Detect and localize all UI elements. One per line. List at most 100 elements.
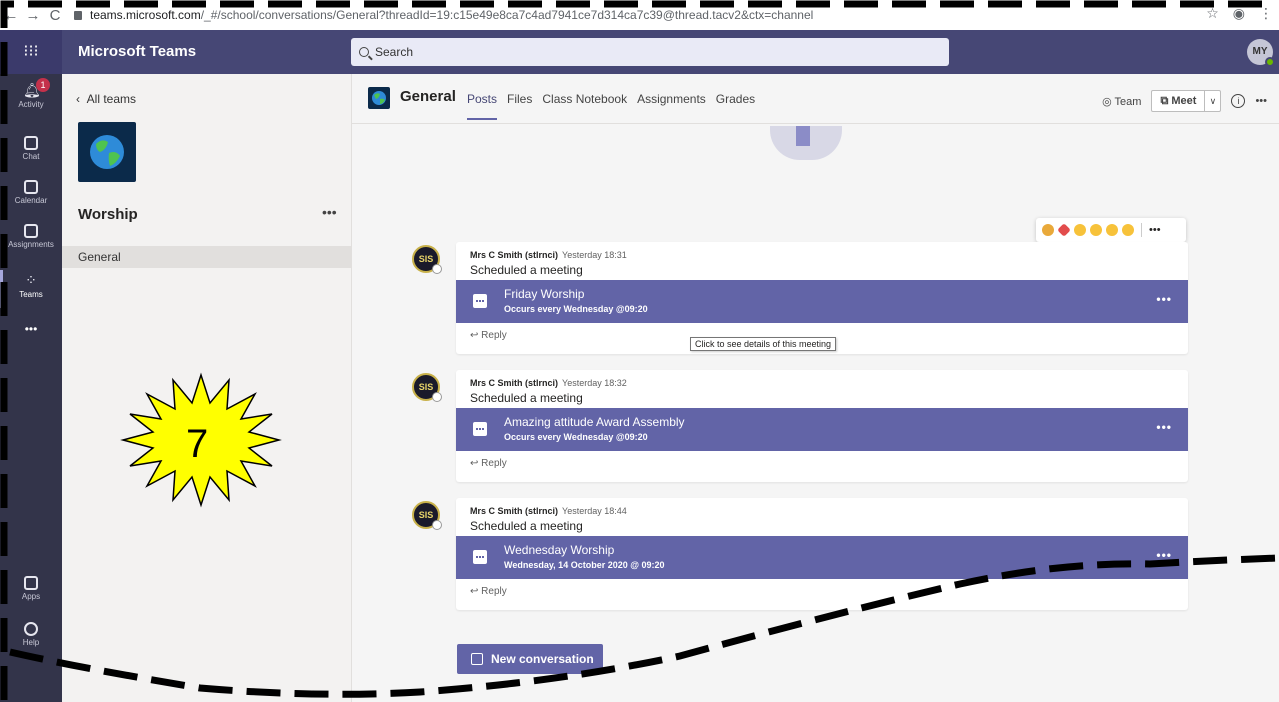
meeting-title: Friday Worship (504, 287, 585, 301)
meet-button[interactable]: ⧉ Meet ∨ (1151, 90, 1222, 112)
team-label: Team (1114, 95, 1142, 108)
tab-assignments[interactable]: Assignments (637, 92, 706, 120)
bookmark-star-icon[interactable]: ☆ (1206, 5, 1219, 22)
avatar[interactable]: MY (1247, 39, 1275, 67)
app-launcher-icon[interactable]: ⁝⁝⁝ (0, 30, 62, 74)
heart-icon[interactable] (1057, 223, 1071, 237)
chevron-down-icon[interactable]: ∨ (1204, 91, 1220, 111)
rail-label: Assignments (8, 240, 54, 249)
reply-button[interactable]: ↩ Reply (470, 458, 507, 469)
message-author: Mrs C Smith (stlrnci) Yesterday 18:31 (470, 250, 627, 260)
rail-item-calendar[interactable]: Calendar (0, 174, 62, 220)
meeting-date: Wednesday, 14 October 2020 @ 09:20 (504, 560, 665, 570)
more-options-icon[interactable]: ••• (1255, 95, 1267, 107)
video-icon: ⧉ (1160, 95, 1172, 107)
laugh-icon[interactable] (1074, 224, 1086, 236)
channel-globe-icon (368, 87, 390, 109)
rail-item-assignments[interactable]: Assignments (0, 218, 62, 264)
team-button[interactable]: ◎ Team (1102, 95, 1141, 108)
message-card: SIS Mrs C Smith (stlrnci) Yesterday 18:32… (412, 370, 1188, 482)
forward-icon[interactable]: → (22, 7, 44, 24)
new-conversation-label: New conversation (491, 652, 594, 666)
globe-icon (90, 135, 124, 169)
team-panel: ‹ All teams Worship ••• General (62, 74, 352, 702)
channel-actions: ◎ Team ⧉ Meet ∨ i ••• (1102, 90, 1267, 112)
tab-posts[interactable]: Posts (467, 92, 498, 120)
meeting-more-icon[interactable]: ••• (1156, 292, 1172, 306)
message-time: Yesterday 18:32 (562, 378, 627, 388)
meeting-title: Amazing attitude Award Assembly (504, 415, 685, 429)
team-more-icon[interactable]: ••• (322, 204, 337, 220)
meet-label[interactable]: ⧉ Meet (1152, 91, 1204, 111)
browser-menu-icon[interactable]: ⋮ (1259, 5, 1273, 22)
meeting-tooltip: Click to see details of this meeting (690, 337, 837, 351)
chat-icon (24, 136, 38, 150)
message-text: Scheduled a meeting (470, 391, 583, 405)
team-avatar (78, 122, 136, 182)
new-conversation-button[interactable]: New conversation (457, 644, 603, 674)
rail-item-teams[interactable]: ⁘ Teams (0, 266, 62, 312)
reply-button[interactable]: ↩ Reply (470, 330, 507, 341)
reply-icon: ↩ (470, 458, 482, 469)
avatar-initials: MY (1252, 46, 1268, 57)
calendar-icon (473, 294, 487, 308)
all-teams-link[interactable]: ‹ All teams (76, 92, 136, 106)
profile-icon[interactable]: ◉ (1233, 5, 1245, 22)
search-icon (359, 47, 369, 57)
back-icon[interactable]: ← (0, 7, 22, 24)
message-text: Scheduled a meeting (470, 519, 583, 533)
reload-icon[interactable]: C (44, 7, 66, 24)
teams-icon: ⁘ (25, 272, 37, 288)
rail-item-help[interactable]: Help (0, 616, 62, 662)
meeting-card[interactable]: Wednesday Worship Wednesday, 14 October … (456, 536, 1188, 579)
browser-actions: ☆ ◉ ⋮ (1206, 5, 1273, 22)
meeting-more-icon[interactable]: ••• (1156, 548, 1172, 562)
compose-icon (471, 653, 483, 665)
rail-item-chat[interactable]: Chat (0, 130, 62, 176)
message-time: Yesterday 18:44 (562, 506, 627, 516)
chevron-left-icon: ‹ (76, 92, 87, 106)
status-icon (432, 392, 442, 402)
calendar-icon (24, 180, 38, 194)
rail-label: Apps (21, 592, 41, 601)
author-avatar[interactable]: SIS (412, 373, 442, 402)
step-number: 7 (186, 422, 209, 466)
rail-label: Activity (18, 100, 44, 109)
search-placeholder: Search (375, 45, 414, 59)
info-icon[interactable]: i (1231, 94, 1246, 108)
tab-files[interactable]: Files (507, 92, 532, 120)
angry-icon[interactable] (1122, 224, 1134, 236)
help-icon (24, 622, 38, 636)
rail-item-activity[interactable]: 🔔︎ 1 Activity (0, 76, 62, 122)
rail-label: Teams (19, 290, 43, 299)
surprised-icon[interactable] (1090, 224, 1102, 236)
reaction-bar: ••• (1036, 218, 1186, 242)
meeting-recurrence: Occurs every Wednesday @09:20 (504, 432, 648, 442)
meeting-more-icon[interactable]: ••• (1156, 420, 1172, 434)
author-avatar[interactable]: SIS (412, 245, 442, 274)
message-more-icon[interactable]: ••• (1149, 224, 1161, 236)
channel-item-general[interactable]: General (62, 246, 352, 268)
url-path: /_#/school/conversations/General?threadI… (200, 8, 814, 22)
address-bar[interactable]: teams.microsoft.com/_#/school/conversati… (74, 8, 813, 22)
illustration-image (770, 126, 842, 160)
apps-icon (24, 576, 38, 590)
like-icon[interactable] (1042, 224, 1054, 236)
meeting-card[interactable]: Friday Worship Occurs every Wednesday @0… (456, 280, 1188, 323)
tab-class-notebook[interactable]: Class Notebook (542, 92, 627, 120)
channel-title: General (400, 88, 456, 105)
assignments-icon (24, 224, 38, 238)
status-icon (432, 264, 442, 274)
rail-more-icon[interactable]: ••• (0, 322, 62, 368)
rail-item-apps[interactable]: Apps (0, 570, 62, 616)
activity-badge: 1 (36, 78, 50, 92)
tab-grades[interactable]: Grades (716, 92, 755, 120)
author-avatar[interactable]: SIS (412, 501, 442, 530)
calendar-icon (473, 422, 487, 436)
reply-button[interactable]: ↩ Reply (470, 586, 507, 597)
presence-icon (1265, 57, 1275, 67)
search-input[interactable]: Search (351, 38, 949, 66)
meeting-card[interactable]: Amazing attitude Award Assembly Occurs e… (456, 408, 1188, 451)
message-time: Yesterday 18:31 (562, 250, 627, 260)
sad-icon[interactable] (1106, 224, 1118, 236)
